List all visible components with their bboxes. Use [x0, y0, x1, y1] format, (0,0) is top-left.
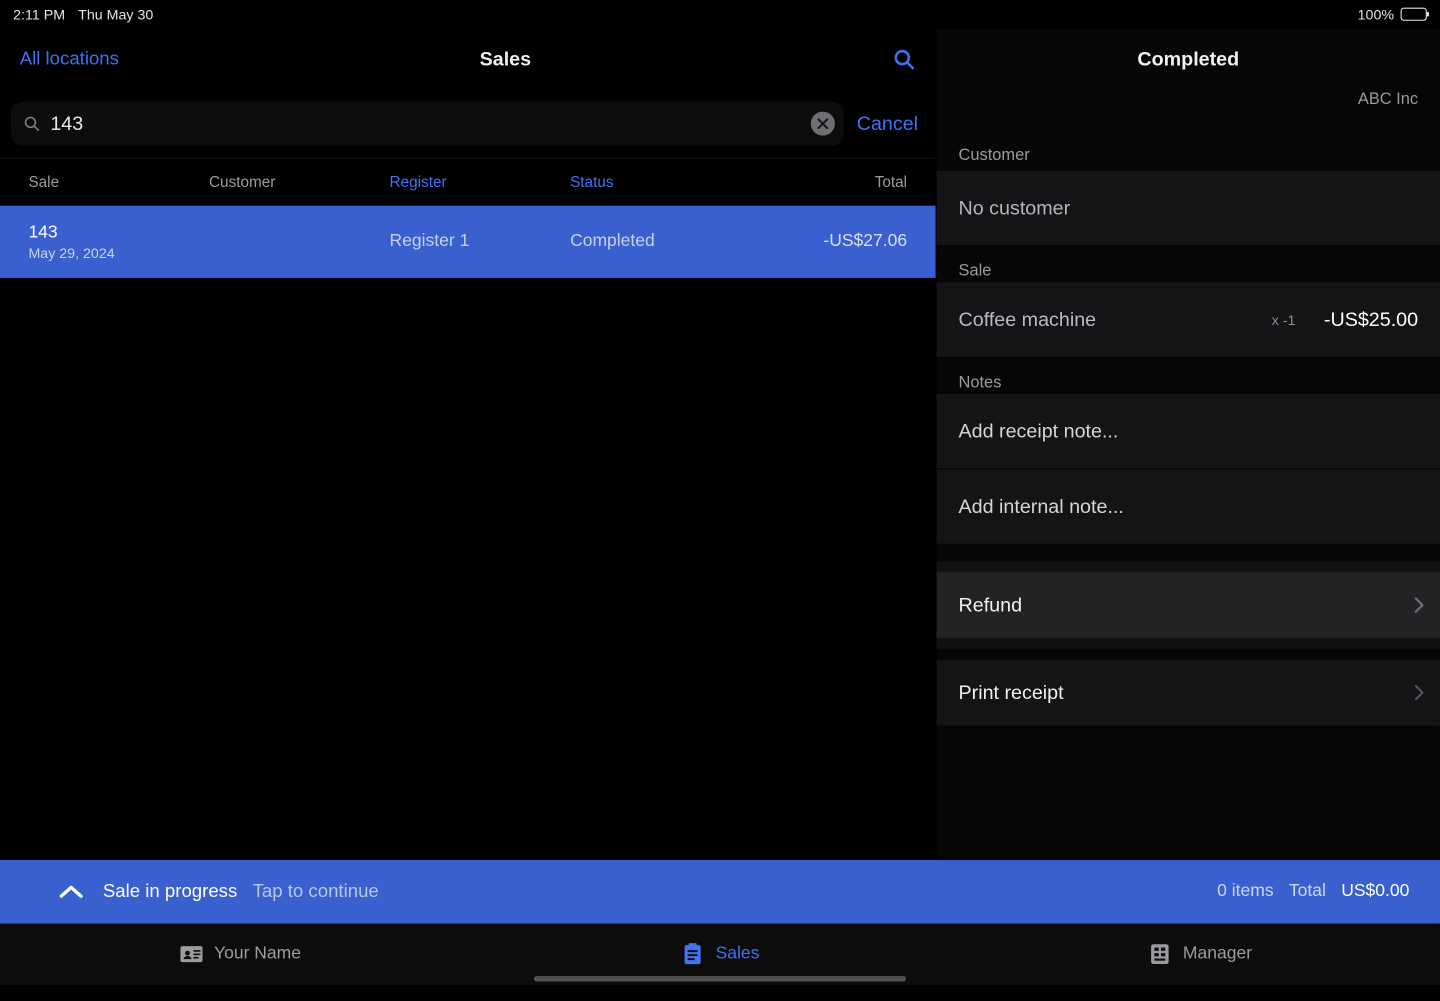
sale-register: Register 1 [390, 232, 571, 252]
col-status[interactable]: Status [570, 173, 783, 191]
company-row: ABC Inc [937, 90, 1440, 138]
no-customer-text: No customer [959, 196, 1071, 219]
banner-items: 0 items [1217, 882, 1273, 902]
section-notes-label: Notes [937, 357, 1440, 394]
table-header: Sale Customer Register Status Total [0, 158, 936, 206]
banner-amount: US$0.00 [1341, 882, 1409, 902]
sip-label: Sale in progress [103, 881, 237, 903]
sale-in-progress-banner[interactable]: Sale in progress Tap to continue 0 items… [0, 860, 1440, 923]
print-receipt-label: Print receipt [959, 681, 1064, 704]
tab-profile-label: Your Name [214, 944, 301, 964]
line-item-row[interactable]: Coffee machine x -1 -US$25.00 [937, 282, 1440, 356]
sale-id: 143 [28, 223, 389, 243]
clipboard-icon [681, 942, 705, 966]
page-title: Sales [480, 48, 531, 71]
company-name: ABC Inc [1358, 90, 1418, 109]
col-sale[interactable]: Sale [28, 173, 209, 191]
item-name: Coffee machine [959, 308, 1272, 331]
tab-manager[interactable]: Manager [960, 924, 1440, 985]
search-icon[interactable] [892, 47, 916, 71]
print-receipt-button[interactable]: Print receipt [937, 660, 1440, 726]
col-register[interactable]: Register [390, 173, 571, 191]
tab-manager-label: Manager [1183, 944, 1252, 964]
item-qty: x -1 [1272, 311, 1296, 327]
sale-row[interactable]: 143 May 29, 2024 Register 1 Completed -U… [0, 206, 936, 278]
item-amount: -US$25.00 [1324, 308, 1418, 331]
home-indicator[interactable] [534, 976, 906, 981]
chevron-right-icon [1414, 596, 1425, 614]
status-time: 2:11 PM [13, 6, 65, 22]
col-total[interactable]: Total [783, 173, 907, 191]
banner-total-label: Total [1289, 882, 1326, 902]
chevron-right-icon [1414, 684, 1425, 702]
add-receipt-note-label: Add receipt note... [959, 420, 1119, 443]
refund-button[interactable]: Refund [937, 572, 1440, 638]
tap-label: Tap to continue [253, 881, 379, 903]
no-customer-row[interactable]: No customer [937, 171, 1440, 245]
tab-profile[interactable]: Your Name [0, 924, 480, 985]
cancel-search-button[interactable]: Cancel [857, 112, 925, 135]
chevron-up-icon [59, 884, 83, 899]
search-field[interactable] [11, 102, 844, 146]
col-customer[interactable]: Customer [209, 173, 390, 191]
add-internal-note-button[interactable]: Add internal note... [937, 469, 1440, 543]
sale-status: Completed [570, 232, 783, 252]
tab-sales-label: Sales [716, 944, 760, 964]
manager-icon [1148, 942, 1172, 966]
battery-percent: 100% [1358, 6, 1394, 22]
status-date: Thu May 30 [78, 6, 153, 22]
all-locations-link[interactable]: All locations [20, 48, 119, 70]
sale-total: -US$27.06 [783, 232, 907, 252]
battery-icon [1401, 8, 1427, 21]
section-sale-label: Sale [937, 245, 1440, 282]
magnifier-icon [22, 114, 42, 134]
sale-date: May 29, 2024 [28, 245, 389, 261]
add-internal-note-label: Add internal note... [959, 495, 1124, 518]
clear-search-button[interactable] [811, 112, 835, 136]
add-receipt-note-button[interactable]: Add receipt note... [937, 394, 1440, 468]
id-card-icon [179, 942, 203, 966]
search-input[interactable] [42, 112, 811, 135]
detail-title: Completed [937, 28, 1440, 89]
refund-label: Refund [959, 594, 1023, 617]
section-customer-label: Customer [937, 138, 1440, 171]
status-bar: 2:11 PM Thu May 30 100% [0, 0, 1440, 28]
